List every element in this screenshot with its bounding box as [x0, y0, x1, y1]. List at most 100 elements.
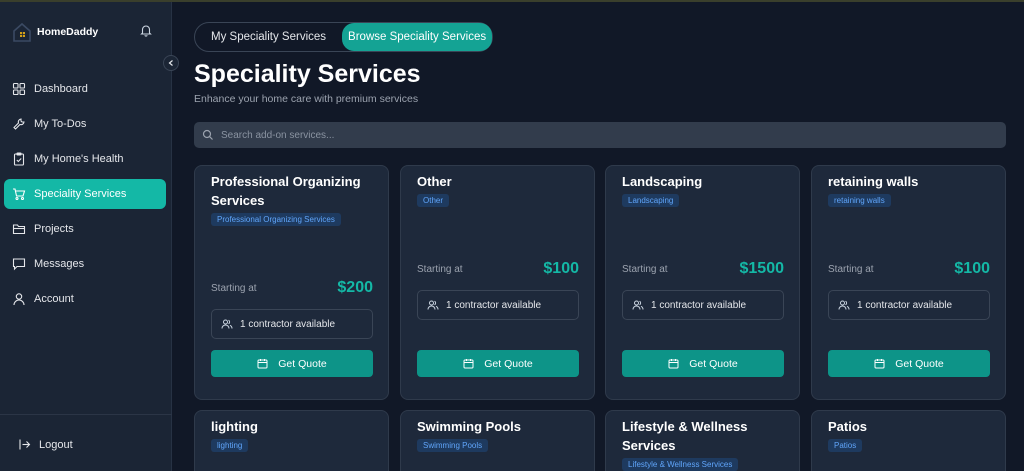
get-quote-button[interactable]: Get Quote [211, 350, 373, 377]
card-title: Lifestyle & Wellness Services [622, 419, 748, 453]
category-tag: lighting [211, 439, 249, 452]
service-card: Other Other Starting at $100 1 contracto… [400, 165, 595, 400]
calendar-icon [257, 359, 268, 369]
starting-label: Starting at [417, 263, 463, 275]
category-tag: Patios [828, 439, 863, 452]
users-icon [632, 300, 644, 310]
users-icon [427, 300, 439, 310]
get-quote-label: Get Quote [689, 357, 738, 370]
price: $200 [337, 279, 373, 296]
price-row: Starting at $100 [417, 260, 579, 278]
price-row: Starting at $1500 [622, 260, 784, 278]
get-quote-label: Get Quote [895, 357, 944, 370]
calendar-icon [668, 359, 679, 369]
availability-text: 1 contractor available [240, 318, 336, 330]
sidebar-item-label: Projects [34, 223, 74, 235]
service-card: Patios Patios [811, 410, 1006, 471]
price: $1500 [739, 260, 785, 277]
service-card: Lifestyle & Wellness Services Lifestyle … [605, 410, 800, 471]
starting-label: Starting at [622, 263, 668, 275]
availability-box: 1 contractor available [211, 309, 373, 339]
sidebar-item-my-homes-health[interactable]: My Home's Health [4, 144, 166, 174]
bell-icon[interactable] [139, 23, 153, 37]
availability-box: 1 contractor available [828, 290, 990, 320]
card-title: Patios [828, 419, 868, 434]
sidebar-item-account[interactable]: Account [4, 284, 166, 314]
sidebar-nav: Dashboard My To-Dos My Home's Health Spe… [4, 74, 166, 319]
sidebar-item-projects[interactable]: Projects [4, 214, 166, 244]
sidebar-item-my-todos[interactable]: My To-Dos [4, 109, 166, 139]
get-quote-label: Get Quote [278, 357, 327, 370]
sidebar-divider [0, 414, 172, 415]
calendar-icon [463, 359, 474, 369]
get-quote-button[interactable]: Get Quote [828, 350, 990, 377]
card-title: Landscaping [622, 174, 703, 189]
logout-button[interactable]: Logout [18, 438, 73, 451]
grid-icon [12, 82, 26, 96]
sidebar-item-label: Speciality Services [34, 188, 127, 200]
sidebar-item-label: My To-Dos [34, 118, 87, 130]
wrench-icon [13, 118, 25, 130]
category-tag: Professional Organizing Services [211, 213, 341, 226]
brand[interactable]: HomeDaddy [12, 20, 98, 44]
search-bar[interactable] [194, 122, 1006, 148]
sidebar: HomeDaddy Dashboard My To-Dos My Home's … [0, 2, 172, 471]
search-icon [202, 129, 213, 140]
get-quote-button[interactable]: Get Quote [622, 350, 784, 377]
sidebar-item-label: Messages [34, 258, 85, 270]
get-quote-button[interactable]: Get Quote [417, 350, 579, 377]
sidebar-item-dashboard[interactable]: Dashboard [4, 74, 166, 104]
starting-label: Starting at [828, 263, 874, 275]
sidebar-item-messages[interactable]: Messages [4, 249, 166, 279]
service-card: Landscaping Landscaping Starting at $150… [605, 165, 800, 400]
category-tag: Lifestyle & Wellness Services [622, 458, 739, 471]
price-row: Starting at $100 [828, 260, 990, 278]
availability-box: 1 contractor available [622, 290, 784, 320]
category-tag: Swimming Pools [417, 439, 489, 452]
folder-icon [12, 224, 26, 235]
sidebar-item-label: Dashboard [34, 83, 88, 95]
card-title: lighting [211, 419, 258, 434]
price-row: Starting at $200 [211, 279, 373, 297]
card-title: Professional Organizing Services [211, 174, 361, 208]
clipboard-check-icon [13, 152, 25, 166]
house-logo-icon [13, 22, 31, 42]
collapse-sidebar-button[interactable] [163, 55, 179, 71]
user-icon [13, 293, 25, 306]
message-icon [12, 258, 26, 271]
card-title: retaining walls [828, 174, 919, 189]
logout-icon [19, 439, 31, 450]
users-icon [221, 319, 233, 329]
availability-text: 1 contractor available [651, 299, 747, 311]
category-tag: retaining walls [828, 194, 891, 207]
users-icon [838, 300, 850, 310]
card-title: Other [417, 174, 452, 189]
price: $100 [543, 260, 579, 277]
availability-box: 1 contractor available [417, 290, 579, 320]
sidebar-item-label: Account [34, 293, 74, 305]
category-tag: Landscaping [622, 194, 680, 207]
chevron-left-icon [168, 60, 173, 66]
page-subtitle: Enhance your home care with premium serv… [194, 93, 419, 105]
category-tag: Other [417, 194, 450, 207]
sidebar-item-speciality-services[interactable]: Speciality Services [4, 179, 166, 209]
sidebar-item-label: My Home's Health [34, 153, 124, 165]
search-input[interactable] [221, 129, 981, 141]
page-title: Speciality Services [194, 60, 421, 88]
availability-text: 1 contractor available [857, 299, 953, 311]
service-card: lighting lighting [194, 410, 389, 471]
logout-label: Logout [39, 438, 73, 451]
service-card: Professional Organizing Services Profess… [194, 165, 389, 400]
tab-browse-speciality-services[interactable]: Browse Speciality Services [342, 23, 493, 51]
service-tabs: My Speciality Services Browse Speciality… [194, 22, 494, 52]
cart-icon [13, 188, 26, 201]
brand-name: HomeDaddy [37, 26, 99, 38]
card-title: Swimming Pools [417, 419, 522, 434]
get-quote-label: Get Quote [484, 357, 533, 370]
tab-my-speciality-services[interactable]: My Speciality Services [195, 23, 342, 51]
availability-text: 1 contractor available [446, 299, 542, 311]
starting-label: Starting at [211, 282, 257, 294]
calendar-icon [874, 359, 885, 369]
service-card: retaining walls retaining walls Starting… [811, 165, 1006, 400]
service-card: Swimming Pools Swimming Pools [400, 410, 595, 471]
